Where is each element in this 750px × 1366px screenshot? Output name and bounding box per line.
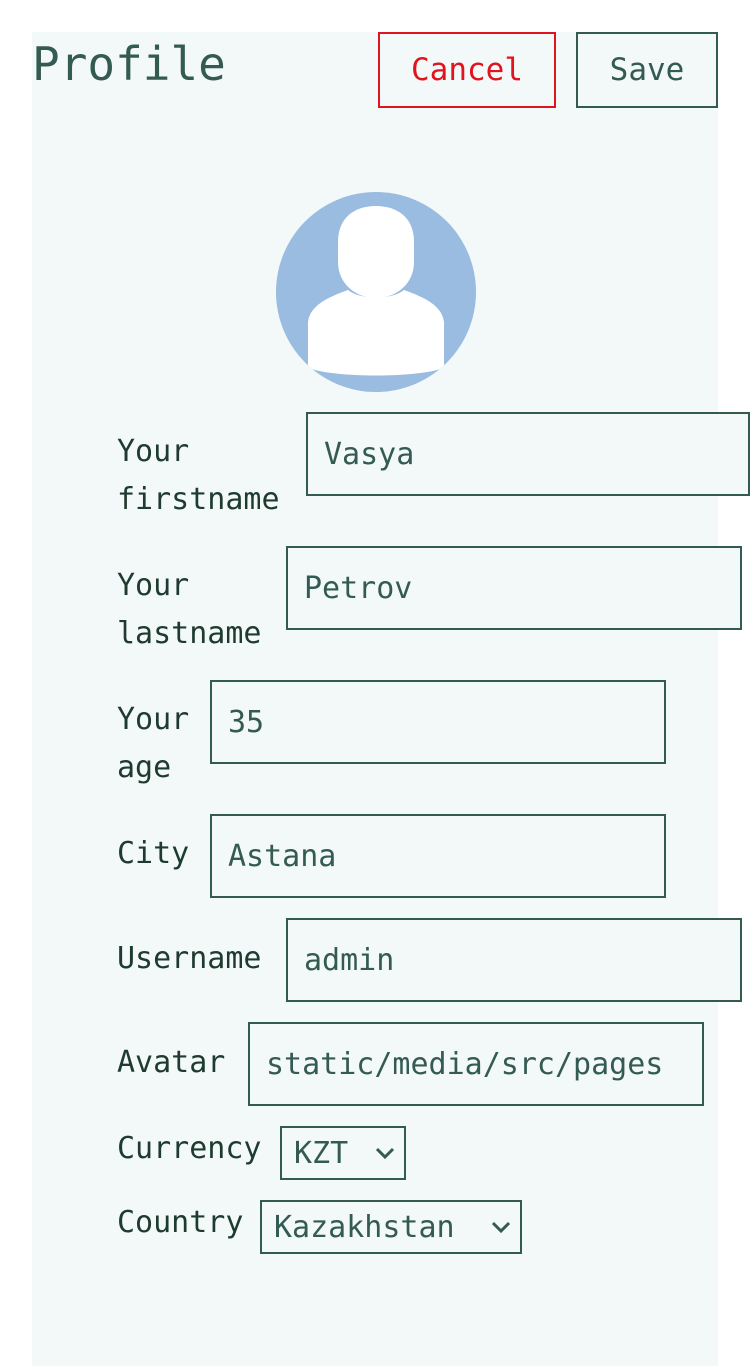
country-select[interactable]: Kazakhstan — [260, 1200, 522, 1254]
user-avatar-icon — [276, 192, 476, 392]
city-input[interactable]: Astana — [210, 814, 666, 898]
lastname-label: Your lastname — [117, 562, 262, 658]
age-label-line1: Your — [117, 702, 190, 737]
chevron-down-icon — [375, 1147, 395, 1160]
avatar-path-input[interactable]: static/media/src/pages — [248, 1022, 704, 1106]
country-label: Country — [117, 1205, 244, 1240]
age-label: Your age — [117, 696, 189, 792]
currency-label: Currency — [117, 1131, 262, 1166]
country-selected-value: Kazakhstan — [274, 1209, 455, 1245]
lastname-label-line2: lastname — [117, 616, 262, 651]
age-input[interactable]: 35 — [210, 680, 666, 764]
username-label: Username — [117, 941, 262, 976]
page-title: Profile — [32, 37, 226, 91]
avatar-label: Avatar — [117, 1045, 226, 1080]
lastname-input[interactable]: Petrov — [286, 546, 742, 630]
lastname-label-line1: Your — [117, 568, 190, 603]
city-label: City — [117, 836, 190, 871]
currency-selected-value: KZT — [294, 1135, 349, 1171]
username-input[interactable]: admin — [286, 918, 742, 1002]
firstname-input[interactable]: Vasya — [306, 412, 750, 496]
save-button[interactable]: Save — [576, 32, 718, 108]
firstname-label-line1: Your — [117, 434, 190, 469]
firstname-label: Your firstname — [117, 428, 280, 524]
currency-select[interactable]: KZT — [280, 1126, 406, 1180]
cancel-button[interactable]: Cancel — [378, 32, 556, 108]
age-label-line2: age — [117, 750, 172, 785]
chevron-down-icon — [491, 1221, 511, 1234]
firstname-label-line2: firstname — [117, 482, 280, 517]
